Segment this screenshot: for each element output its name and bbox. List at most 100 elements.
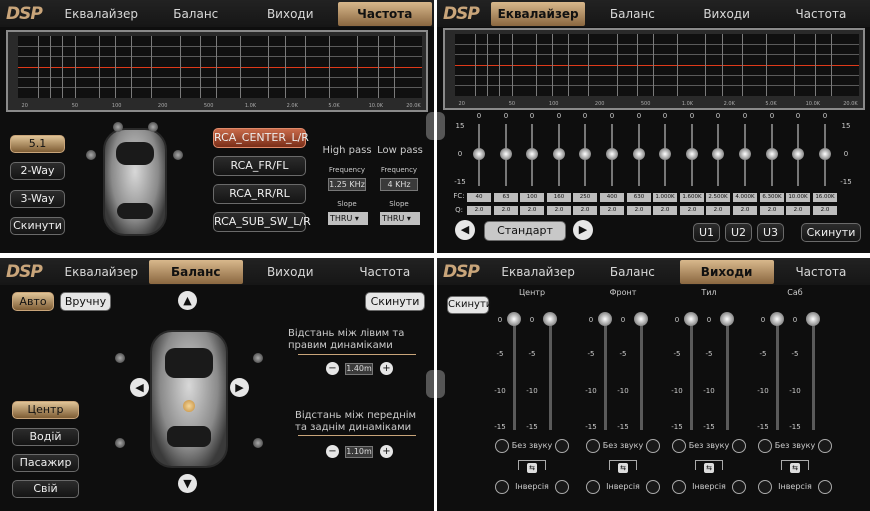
band-slider-knob[interactable]: [766, 148, 778, 160]
auto-button[interactable]: Авто: [12, 292, 54, 311]
volume-slider-knob[interactable]: [720, 312, 734, 326]
channel-front-button[interactable]: RCA_FR/FL: [213, 156, 306, 176]
prev-preset-button[interactable]: ◀: [455, 220, 475, 240]
band-q-value[interactable]: 2.0: [706, 206, 730, 215]
side-handle[interactable]: [426, 370, 434, 398]
band-fc-value[interactable]: 40: [467, 193, 491, 202]
user-preset-3-button[interactable]: U3: [757, 223, 784, 242]
fr-decrease-button[interactable]: −: [326, 445, 339, 458]
link-icon[interactable]: ⇆: [527, 463, 537, 473]
invert-right-toggle[interactable]: [646, 480, 660, 494]
band-fc-value[interactable]: 1.000K: [653, 193, 677, 202]
move-left-button[interactable]: ◀: [130, 378, 149, 397]
mode-3way-button[interactable]: 3-Way: [10, 190, 65, 208]
invert-right-toggle[interactable]: [732, 480, 746, 494]
listening-point-icon[interactable]: [183, 400, 195, 412]
band-fc-value[interactable]: 10.00K: [786, 193, 810, 202]
band-q-value[interactable]: 2.0: [627, 206, 651, 215]
mute-left-toggle[interactable]: [758, 439, 772, 453]
user-preset-2-button[interactable]: U2: [725, 223, 752, 242]
tab-outputs[interactable]: Виходи: [243, 2, 338, 26]
lp-frequency-value[interactable]: 4 KHz: [380, 178, 418, 191]
preset-name[interactable]: Стандарт: [484, 221, 566, 241]
band-q-value[interactable]: 2.0: [653, 206, 677, 215]
side-handle[interactable]: [437, 370, 445, 398]
band-q-value[interactable]: 2.0: [494, 206, 518, 215]
band-slider-knob[interactable]: [473, 148, 485, 160]
position-driver-button[interactable]: Водій: [12, 428, 79, 446]
mute-right-toggle[interactable]: [818, 439, 832, 453]
band-slider-knob[interactable]: [526, 148, 538, 160]
mute-right-toggle[interactable]: [732, 439, 746, 453]
volume-slider-track[interactable]: [690, 318, 693, 430]
invert-left-toggle[interactable]: [672, 480, 686, 494]
channel-sub-button[interactable]: RCA_SUB_SW_L/R: [213, 212, 311, 232]
position-center-button[interactable]: Центр: [12, 401, 79, 419]
tab-outputs[interactable]: Виходи: [243, 260, 338, 284]
side-handle[interactable]: [437, 112, 445, 140]
band-q-value[interactable]: 2.0: [520, 206, 544, 215]
volume-slider-knob[interactable]: [770, 312, 784, 326]
band-fc-value[interactable]: 1.600K: [680, 193, 704, 202]
tab-equalizer[interactable]: Еквалайзер: [491, 260, 585, 284]
band-q-value[interactable]: 2.0: [733, 206, 757, 215]
band-slider-knob[interactable]: [739, 148, 751, 160]
band-q-value[interactable]: 2.0: [600, 206, 624, 215]
reset-button[interactable]: Скинути: [365, 292, 425, 311]
channel-rear-button[interactable]: RCA_RR/RL: [213, 184, 306, 204]
volume-slider-knob[interactable]: [806, 312, 820, 326]
move-right-button[interactable]: ▶: [230, 378, 249, 397]
tab-balance[interactable]: Баланс: [149, 2, 244, 26]
volume-slider-track[interactable]: [604, 318, 607, 430]
mute-left-toggle[interactable]: [672, 439, 686, 453]
volume-slider-track[interactable]: [726, 318, 729, 430]
mute-right-toggle[interactable]: [646, 439, 660, 453]
mute-right-toggle[interactable]: [555, 439, 569, 453]
tab-balance[interactable]: Баланс: [148, 260, 243, 284]
invert-right-toggle[interactable]: [555, 480, 569, 494]
band-q-value[interactable]: 2.0: [813, 206, 837, 215]
band-slider-knob[interactable]: [792, 148, 804, 160]
volume-slider-knob[interactable]: [684, 312, 698, 326]
tab-balance[interactable]: Баланс: [585, 260, 679, 284]
tab-outputs[interactable]: Виходи: [680, 2, 774, 26]
tab-balance[interactable]: Баланс: [585, 2, 679, 26]
band-q-value[interactable]: 2.0: [786, 206, 810, 215]
channel-center-button[interactable]: RCA_CENTER_L/R: [213, 128, 309, 148]
band-fc-value[interactable]: 2.500K: [706, 193, 730, 202]
reset-button[interactable]: Скинути: [801, 223, 861, 242]
band-q-value[interactable]: 2.0: [547, 206, 571, 215]
link-icon[interactable]: ⇆: [790, 463, 800, 473]
lr-increase-button[interactable]: +: [380, 362, 393, 375]
reset-button[interactable]: Скинути: [447, 296, 492, 314]
manual-button[interactable]: Вручну: [60, 292, 111, 311]
band-q-value[interactable]: 2.0: [680, 206, 704, 215]
volume-slider-track[interactable]: [640, 318, 643, 430]
band-q-value[interactable]: 2.0: [467, 206, 491, 215]
volume-slider-knob[interactable]: [634, 312, 648, 326]
band-slider-knob[interactable]: [659, 148, 671, 160]
band-fc-value[interactable]: 6.300K: [760, 193, 784, 202]
band-slider-knob[interactable]: [500, 148, 512, 160]
reset-button[interactable]: Скинути: [10, 217, 65, 235]
band-slider-knob[interactable]: [686, 148, 698, 160]
side-handle[interactable]: [426, 112, 434, 140]
band-fc-value[interactable]: 400: [600, 193, 624, 202]
band-slider-knob[interactable]: [579, 148, 591, 160]
fr-increase-button[interactable]: +: [380, 445, 393, 458]
lp-slope-select[interactable]: THRU ▾: [380, 212, 420, 225]
band-q-value[interactable]: 2.0: [573, 206, 597, 215]
link-icon[interactable]: ⇆: [618, 463, 628, 473]
mute-left-toggle[interactable]: [495, 439, 509, 453]
volume-slider-track[interactable]: [812, 318, 815, 430]
volume-slider-knob[interactable]: [507, 312, 521, 326]
mode-5-1-button[interactable]: 5.1: [10, 135, 65, 153]
mode-2way-button[interactable]: 2-Way: [10, 162, 65, 180]
band-fc-value[interactable]: 160: [547, 193, 571, 202]
tab-equalizer[interactable]: Еквалайзер: [491, 2, 586, 26]
tab-equalizer[interactable]: Еквалайзер: [54, 2, 149, 26]
tab-frequency[interactable]: Частота: [337, 2, 432, 26]
tab-equalizer[interactable]: Еквалайзер: [54, 260, 149, 284]
band-fc-value[interactable]: 100: [520, 193, 544, 202]
volume-slider-knob[interactable]: [598, 312, 612, 326]
